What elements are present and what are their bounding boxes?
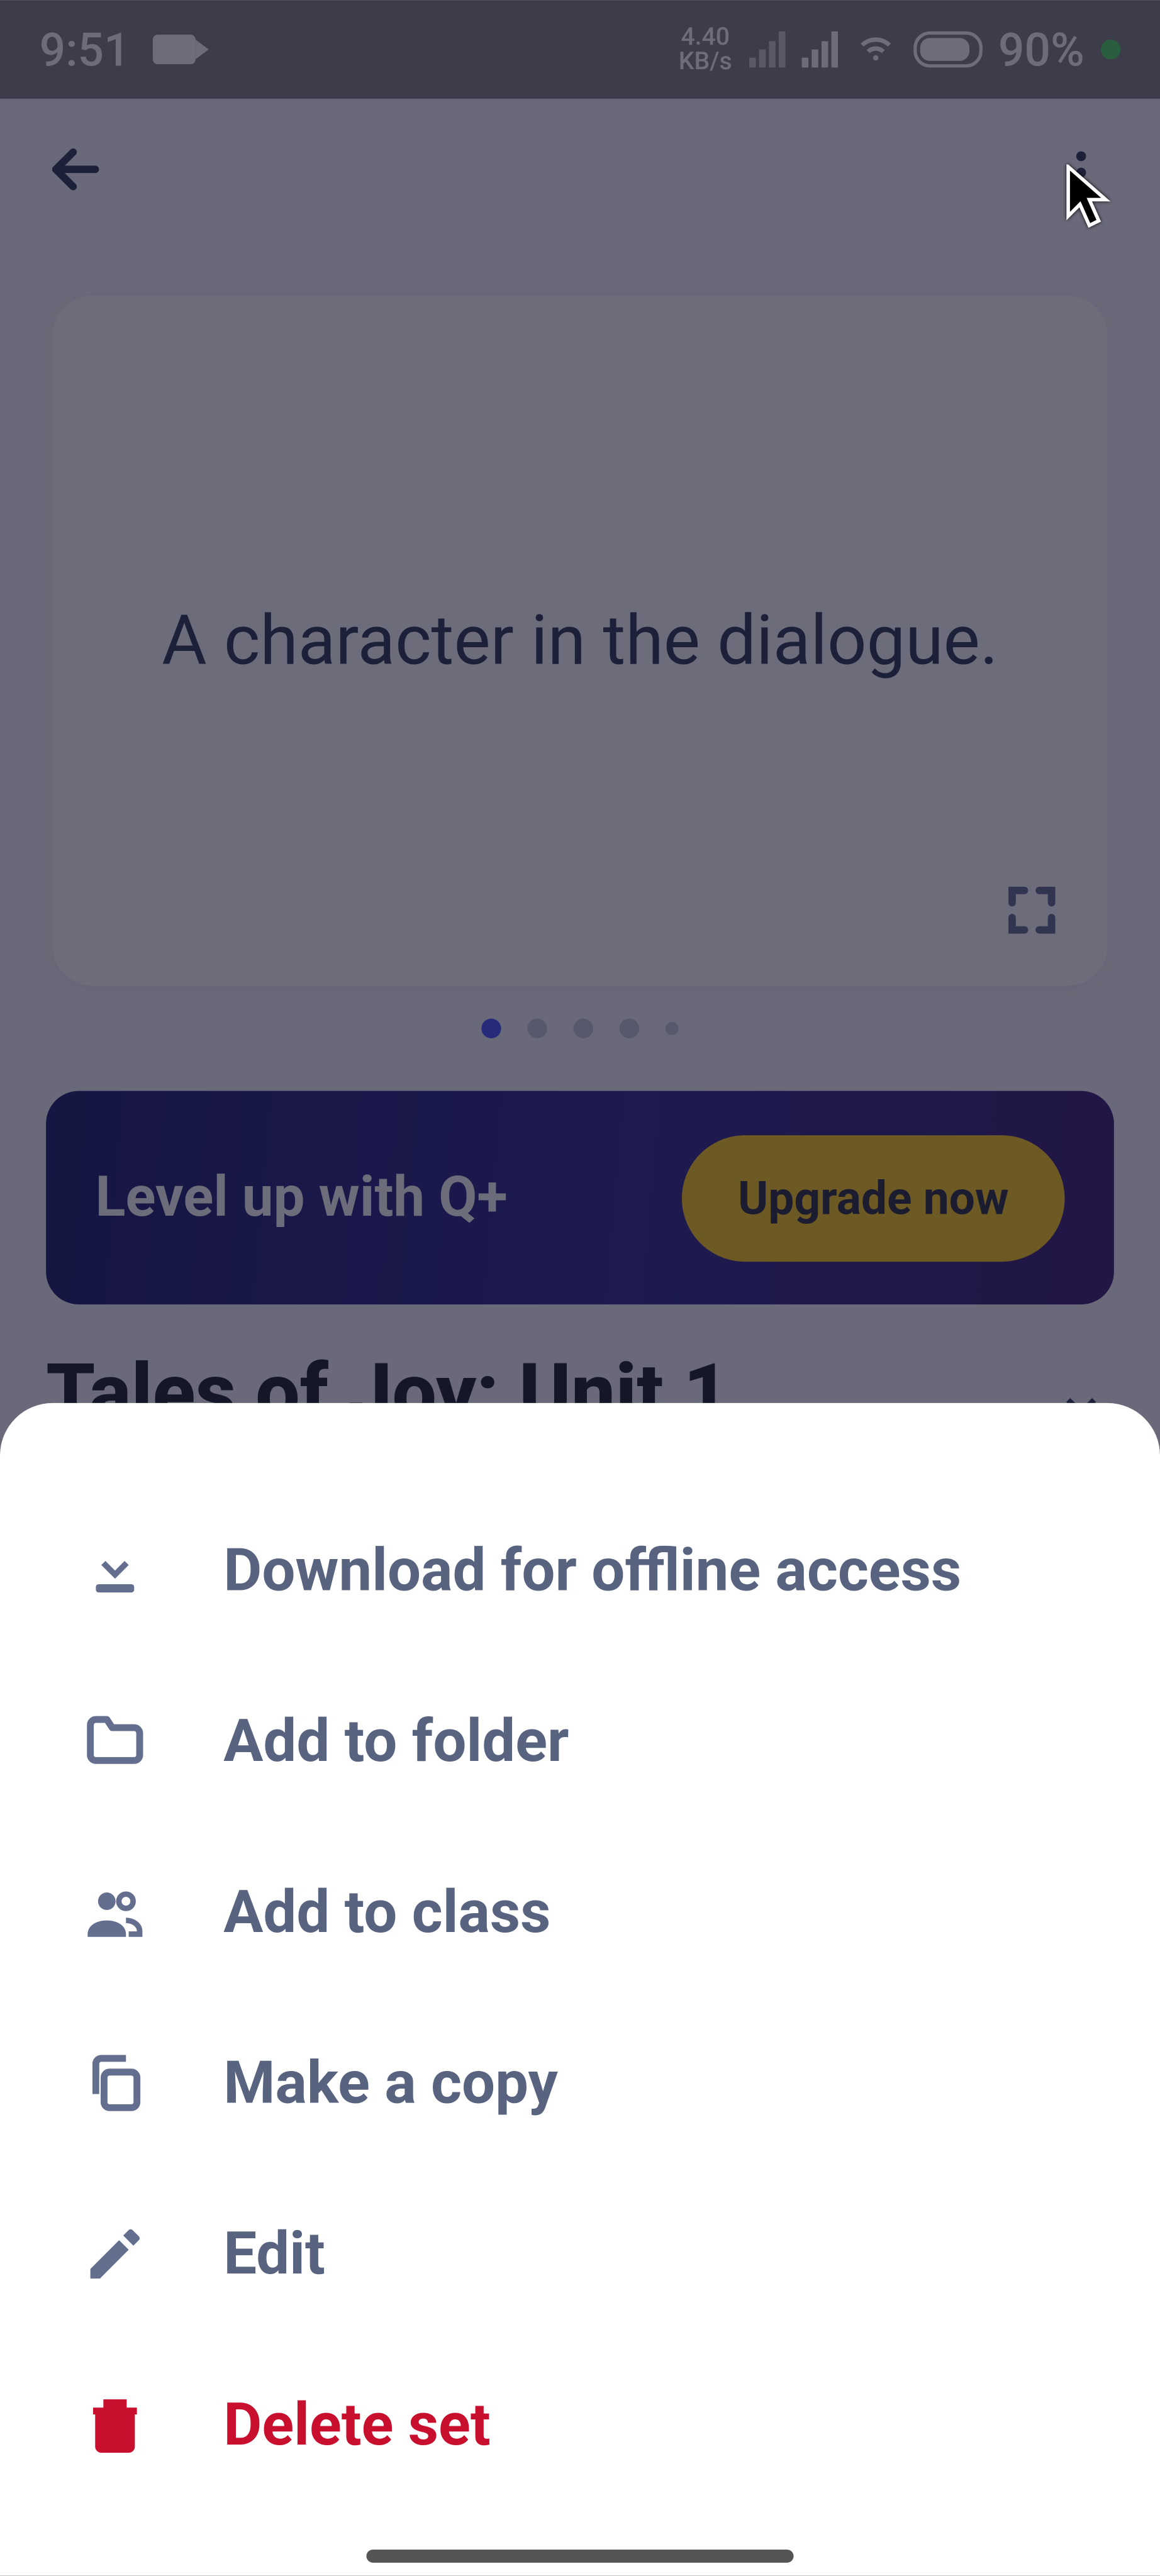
trash-icon: [79, 2389, 151, 2461]
people-icon: [79, 1876, 151, 1948]
phone-screen: 9:51 4.40 KB/s 90%: [0, 0, 1160, 2575]
menu-add-class[interactable]: Add to class: [0, 1827, 1160, 1998]
menu-label: Make a copy: [223, 2048, 558, 2118]
menu-label: Download for offline access: [223, 1536, 961, 1605]
menu-make-copy[interactable]: Make a copy: [0, 1997, 1160, 2168]
folder-icon: [79, 1705, 151, 1777]
menu-edit[interactable]: Edit: [0, 2168, 1160, 2340]
home-indicator[interactable]: [366, 2550, 793, 2563]
copy-icon: [79, 2047, 151, 2119]
menu-add-folder[interactable]: Add to folder: [0, 1656, 1160, 1827]
menu-label: Add to class: [223, 1878, 550, 1947]
download-icon: [79, 1535, 151, 1607]
pencil-icon: [79, 2218, 151, 2290]
menu-label: Delete set: [223, 2390, 490, 2460]
menu-label: Edit: [223, 2219, 325, 2289]
menu-label: Add to folder: [223, 1707, 569, 1776]
bottom-sheet: Download for offline access Add to folde…: [0, 1403, 1160, 2576]
menu-download[interactable]: Download for offline access: [0, 1485, 1160, 1656]
menu-delete[interactable]: Delete set: [0, 2340, 1160, 2511]
